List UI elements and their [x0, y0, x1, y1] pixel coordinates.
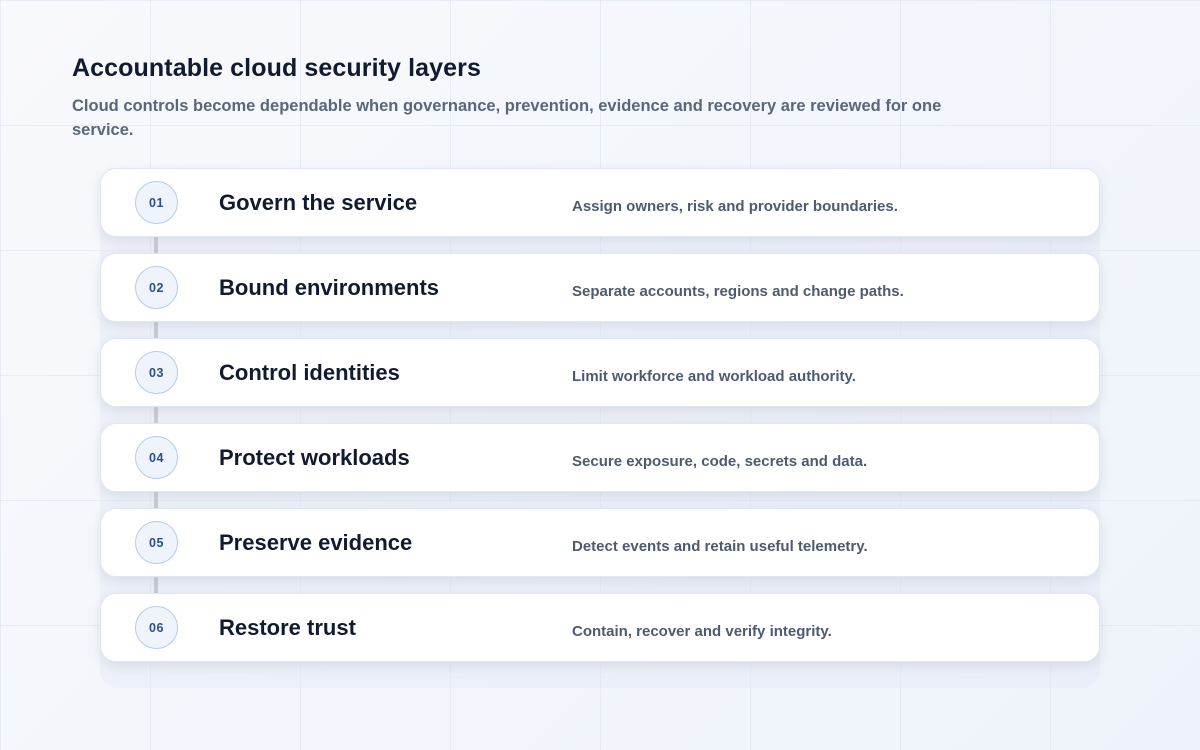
- layer-connector: [154, 577, 158, 594]
- layer-description: Limit workforce and workload authority.: [572, 368, 856, 385]
- layer-number-badge: 02: [135, 266, 178, 309]
- layer-connector: [154, 492, 158, 509]
- layer-description: Secure exposure, code, secrets and data.: [572, 453, 868, 470]
- layer-connector: [154, 322, 158, 339]
- layer-title: Preserve evidence: [219, 530, 413, 555]
- layer-row-govern: 01 Govern the service Assign owners, ris…: [100, 168, 1100, 237]
- layer-title: Bound environments: [219, 275, 440, 300]
- layer-description: Contain, recover and verify integrity.: [572, 623, 832, 640]
- diagram-header: Accountable cloud security layers Cloud …: [72, 52, 972, 142]
- layer-row-evidence: 05 Preserve evidence Detect events and r…: [100, 508, 1100, 577]
- layer-description: Detect events and retain useful telemetr…: [572, 538, 868, 555]
- layer-title: Govern the service: [219, 190, 418, 215]
- layer-number-badge: 05: [135, 521, 178, 564]
- layer-connector: [154, 237, 158, 254]
- layer-number-badge: 03: [135, 351, 178, 394]
- diagram-subtitle: Cloud controls become dependable when go…: [72, 97, 942, 139]
- layer-number-badge: 01: [135, 181, 178, 224]
- layer-title: Restore trust: [219, 615, 356, 640]
- layer-stack: 01 Govern the service Assign owners, ris…: [100, 168, 1100, 690]
- layer-title: Control identities: [219, 360, 400, 385]
- layer-number-badge: 04: [135, 436, 178, 479]
- layer-number-badge: 06: [135, 606, 178, 649]
- layer-row-workloads: 04 Protect workloads Secure exposure, co…: [100, 423, 1100, 492]
- layer-row-bound: 02 Bound environments Separate accounts,…: [100, 253, 1100, 322]
- layer-row-restore: 06 Restore trust Contain, recover and ve…: [100, 593, 1100, 662]
- layer-title: Protect workloads: [219, 445, 410, 470]
- layer-description: Assign owners, risk and provider boundar…: [572, 198, 898, 215]
- layer-row-identities: 03 Control identities Limit workforce an…: [100, 338, 1100, 407]
- diagram-title: Accountable cloud security layers: [72, 54, 482, 82]
- layer-connector: [154, 407, 158, 424]
- layer-description: Separate accounts, regions and change pa…: [572, 283, 904, 300]
